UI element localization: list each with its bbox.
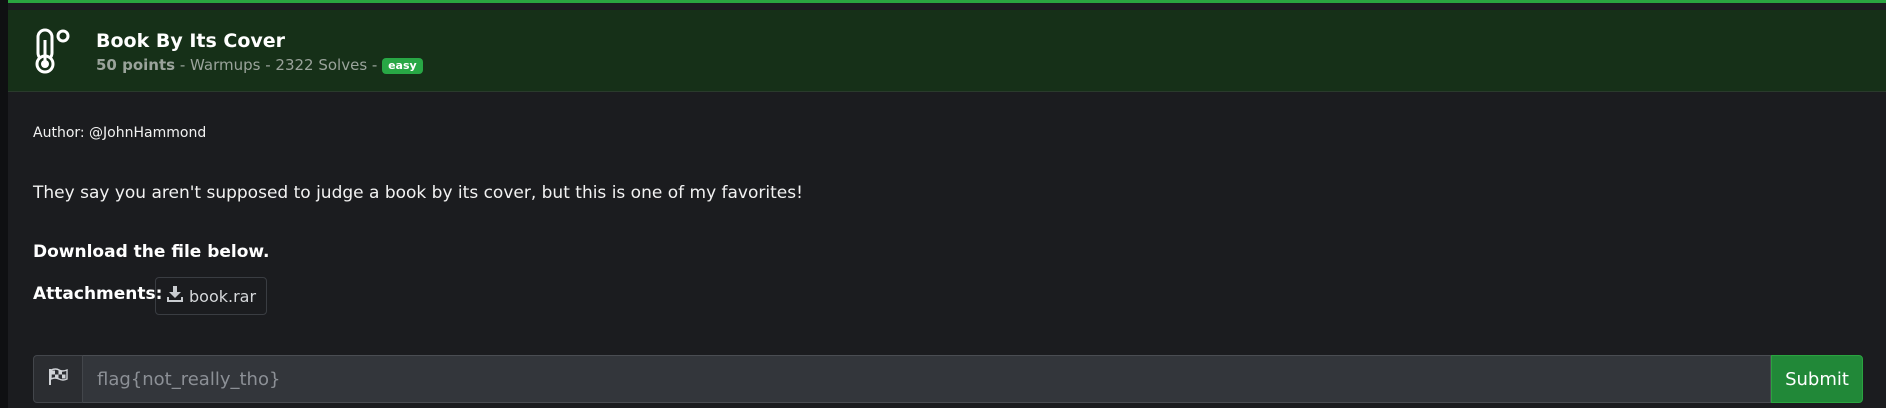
attachment-name: book.rar — [189, 286, 257, 306]
download-note: Download the file below. — [33, 242, 270, 262]
challenge-header: Book By Its Cover 50 points - Warmups - … — [8, 10, 1886, 92]
difficulty-badge: easy — [382, 58, 423, 74]
flag-input[interactable] — [83, 355, 1771, 403]
thermometer-icon — [30, 26, 78, 74]
challenge-category: Warmups — [190, 56, 261, 74]
meta-separator: - — [260, 56, 276, 74]
challenge-card: Book By Its Cover 50 points - Warmups - … — [8, 0, 1886, 408]
flag-submission-form: Submit — [33, 355, 1863, 403]
checkered-flag-icon — [48, 368, 68, 390]
challenge-description: They say you aren't supposed to judge a … — [33, 183, 803, 203]
submit-button[interactable]: Submit — [1771, 355, 1863, 403]
meta-separator: - — [367, 56, 383, 74]
challenge-solves: 2322 Solves — [275, 56, 368, 74]
challenge-points: 50 points — [96, 56, 176, 74]
download-icon — [166, 285, 184, 307]
challenge-title: Book By Its Cover — [96, 30, 286, 52]
meta-separator: - — [175, 56, 191, 74]
challenge-meta: 50 points - Warmups - 2322 Solves - easy — [96, 56, 423, 74]
attachment-download-button[interactable]: book.rar — [155, 277, 268, 315]
author-line: Author: @JohnHammond — [33, 125, 207, 141]
flag-input-prepend — [33, 355, 83, 403]
attachments-label: Attachments: — [33, 284, 163, 304]
